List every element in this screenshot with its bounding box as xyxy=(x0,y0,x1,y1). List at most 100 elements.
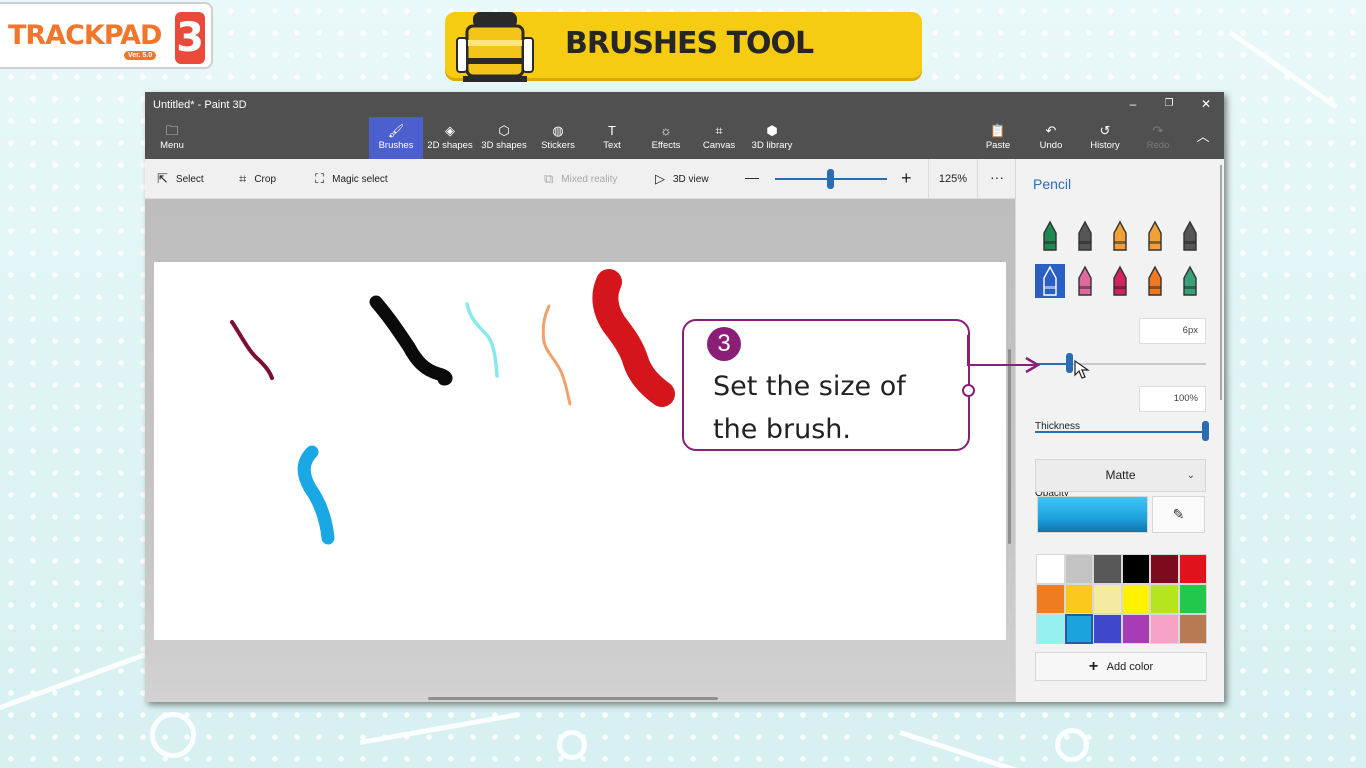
sub-toolbar: ⇱ Select ⌗ Crop ⛶ Magic select ⧉ Mixed r… xyxy=(145,159,1015,199)
tab-label: 3D shapes xyxy=(481,140,527,151)
color-swatch[interactable] xyxy=(1093,584,1122,614)
brush-watercolor[interactable] xyxy=(1140,219,1170,253)
zoom-value[interactable]: 125% xyxy=(928,159,978,199)
mixed-reality-button[interactable]: ⧉ Mixed reality xyxy=(544,171,617,187)
brush-oil-brush[interactable] xyxy=(1105,219,1135,253)
color-swatch[interactable] xyxy=(1121,614,1150,644)
paste-label: Paste xyxy=(985,140,1011,151)
tab-2d-shapes[interactable]: ◈ 2D shapes xyxy=(423,117,477,159)
color-swatch[interactable] xyxy=(1093,614,1122,644)
color-swatch[interactable] xyxy=(1178,584,1207,614)
close-icon[interactable]: ✕ xyxy=(1198,96,1214,112)
title-bar: Untitled* - Paint 3D – ❐ ✕ xyxy=(145,92,1224,117)
undo-icon: ↶ xyxy=(1045,123,1057,138)
color-swatch[interactable] xyxy=(1178,614,1207,644)
color-swatch[interactable] xyxy=(1036,554,1065,584)
brush-pixel-pen[interactable] xyxy=(1175,219,1205,253)
brush-stand-icon xyxy=(456,12,534,82)
callout-connector xyxy=(967,335,969,365)
color-swatch[interactable] xyxy=(1036,584,1065,614)
thickness-slider-track[interactable] xyxy=(1035,363,1206,365)
watercolor-icon xyxy=(1148,220,1162,251)
zoom-in-button[interactable]: + xyxy=(901,168,912,189)
brush-pencil[interactable] xyxy=(1035,264,1065,298)
brush-crayon[interactable] xyxy=(1105,264,1135,298)
magic-select-label: Magic select xyxy=(332,173,388,185)
history-button[interactable]: ↺ History xyxy=(1078,117,1132,159)
color-swatch[interactable] xyxy=(1121,554,1150,584)
eyedropper-icon: ✎ xyxy=(1172,506,1185,522)
color-swatch[interactable] xyxy=(1121,584,1150,614)
tab-brushes[interactable]: 🖌 Brushes xyxy=(369,117,423,159)
color-swatch[interactable] xyxy=(1178,554,1207,584)
cursor-icon: ⇱ xyxy=(157,171,168,186)
thickness-input[interactable]: 6px xyxy=(1139,318,1206,344)
tab-label: 3D library xyxy=(751,140,793,151)
finish-value: Matte xyxy=(1105,468,1136,482)
callout-arrow-icon xyxy=(1025,356,1041,374)
more-options-button[interactable]: ··· xyxy=(990,169,1004,185)
magic-select-button[interactable]: ⛶ Magic select xyxy=(315,171,388,187)
3d-view-icon: ▷ xyxy=(655,171,665,186)
restore-icon[interactable]: ❐ xyxy=(1161,96,1177,112)
color-palette xyxy=(1036,554,1207,644)
tab-3d-shapes[interactable]: ⬡ 3D shapes xyxy=(477,117,531,159)
tab-effects[interactable]: ☼ Effects xyxy=(639,117,693,159)
collapse-ribbon-button[interactable]: ︿ xyxy=(1185,117,1221,159)
redo-button[interactable]: ↷ Redo xyxy=(1131,117,1185,159)
color-swatch[interactable] xyxy=(1064,614,1093,644)
paste-button[interactable]: 📋 Paste xyxy=(971,117,1025,159)
logo-version: Ver. 5.0 xyxy=(124,51,157,60)
trackpad-logo: TRACKPAD Ver. 5.0 3 xyxy=(0,2,213,69)
menu-button[interactable]: 🗀 Menu xyxy=(145,117,199,159)
color-swatch[interactable] xyxy=(1150,554,1179,584)
brush-spray-can[interactable] xyxy=(1140,264,1170,298)
history-label: History xyxy=(1090,140,1120,151)
horizontal-scrollbar[interactable] xyxy=(428,697,718,700)
brush-marker[interactable] xyxy=(1035,219,1065,253)
tab-canvas[interactable]: ⌗ Canvas xyxy=(692,117,746,159)
undo-button[interactable]: ↶ Undo xyxy=(1024,117,1078,159)
opacity-slider-track[interactable] xyxy=(1035,431,1206,433)
paste-icon: 📋 xyxy=(989,123,1007,138)
peach-stroke xyxy=(541,304,572,406)
opacity-slider-thumb[interactable] xyxy=(1202,421,1209,441)
zoom-out-button[interactable]: — xyxy=(745,169,759,185)
3d-view-button[interactable]: ▷ 3D view xyxy=(655,171,709,187)
finish-dropdown[interactable]: Matte ⌄ xyxy=(1035,459,1206,492)
crop-label: Crop xyxy=(254,173,277,185)
cube-icon: ⬡ xyxy=(498,123,510,138)
select-label: Select xyxy=(175,173,204,185)
redo-label: Redo xyxy=(1146,140,1170,151)
color-swatch[interactable] xyxy=(1150,584,1179,614)
opacity-input[interactable]: 100% xyxy=(1139,386,1206,412)
tab-3d-library[interactable]: ⬢ 3D library xyxy=(745,117,799,159)
color-swatch[interactable] xyxy=(1036,614,1065,644)
select-button[interactable]: ⇱ Select xyxy=(157,171,204,187)
eyedropper-button[interactable]: ✎ xyxy=(1152,496,1205,533)
redo-icon: ↷ xyxy=(1152,123,1164,138)
color-swatch[interactable] xyxy=(1064,554,1093,584)
tab-text[interactable]: T Text xyxy=(585,117,639,159)
vertical-scrollbar[interactable] xyxy=(1008,349,1011,544)
3d-view-label: 3D view xyxy=(673,173,709,185)
brush-calligraphy-pen[interactable] xyxy=(1070,219,1100,253)
current-color[interactable] xyxy=(1037,496,1148,533)
crayon-icon xyxy=(1113,265,1127,296)
zoom-slider-thumb[interactable] xyxy=(827,169,834,189)
tab-label: Brushes xyxy=(378,140,414,151)
mixed-reality-label: Mixed reality xyxy=(561,173,618,185)
red-stroke xyxy=(592,269,675,407)
chevron-up-icon: ︿ xyxy=(1196,129,1210,144)
brush-fill[interactable] xyxy=(1175,264,1205,298)
minimize-icon[interactable]: – xyxy=(1125,96,1141,112)
crop-button[interactable]: ⌗ Crop xyxy=(239,171,276,187)
panel-scrollbar[interactable] xyxy=(1220,165,1222,400)
add-color-button[interactable]: + Add color xyxy=(1035,652,1207,681)
brush-eraser[interactable] xyxy=(1070,264,1100,298)
color-swatch[interactable] xyxy=(1150,614,1179,644)
undo-label: Undo xyxy=(1039,140,1063,151)
tab-stickers[interactable]: ◍ Stickers xyxy=(531,117,585,159)
color-swatch[interactable] xyxy=(1093,554,1122,584)
color-swatch[interactable] xyxy=(1064,584,1093,614)
